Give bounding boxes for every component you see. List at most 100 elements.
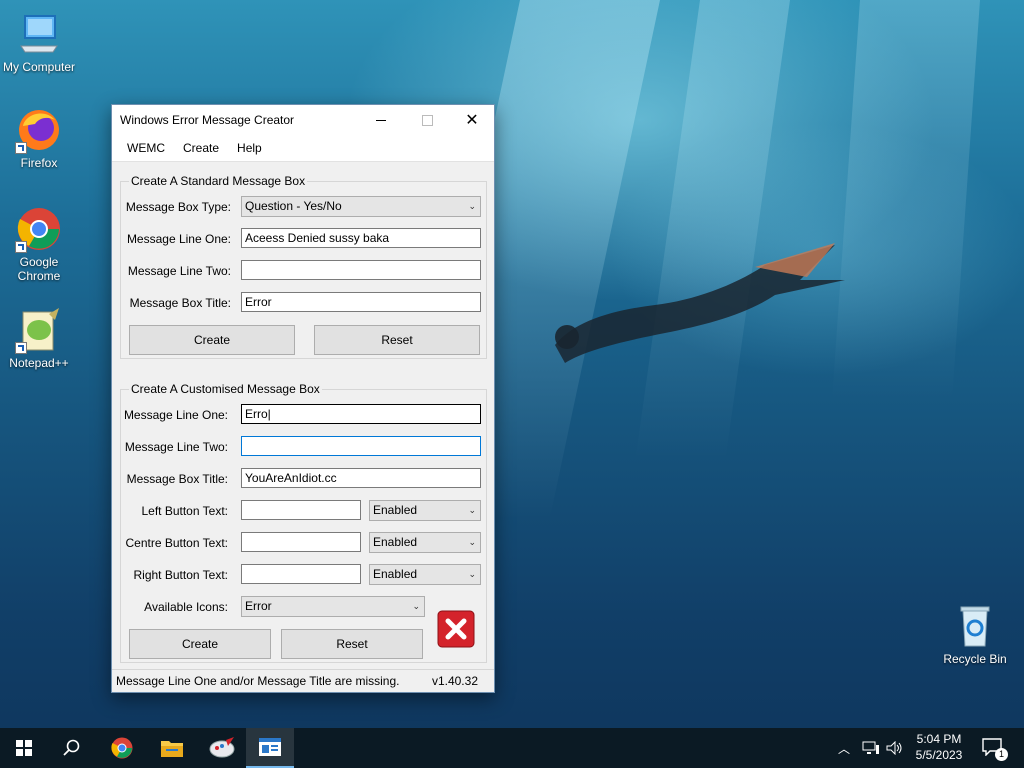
folder-icon: [161, 741, 183, 757]
left-button-text-label: Left Button Text:: [141, 504, 228, 518]
start-button[interactable]: [0, 728, 48, 768]
app-window-icon: [259, 738, 281, 756]
group-legend: Create A Standard Message Box: [129, 174, 308, 188]
search-icon: [63, 739, 80, 756]
chevron-down-icon: ⌄: [468, 201, 476, 211]
message-box-title-label: Message Box Title:: [129, 296, 231, 310]
desktop-icon-label: My Computer: [2, 60, 76, 74]
status-bar: Message Line One and/or Message Title ar…: [112, 669, 494, 692]
custom-message-box-group: Create A Customised Message Box Message …: [120, 382, 487, 663]
desktop-icon-notepad-plus-plus[interactable]: Notepad++: [1, 306, 77, 370]
notifications-button[interactable]: 1: [982, 738, 1008, 761]
menu-create[interactable]: Create: [174, 141, 228, 155]
windows-logo-icon: [16, 740, 32, 756]
left-button-text-input[interactable]: [241, 500, 361, 520]
custom-title-input[interactable]: YouAreAnIdiot.cc: [241, 468, 481, 488]
desktop-icon-google-chrome[interactable]: Google Chrome: [1, 205, 77, 283]
centre-button-text-input[interactable]: [241, 532, 361, 552]
taskbar-chrome[interactable]: [98, 728, 146, 768]
app-window: Windows Error Message Creator ✕ WEMC Cre…: [111, 104, 495, 693]
custom-line-two-input[interactable]: [241, 436, 481, 456]
title-bar[interactable]: Windows Error Message Creator ✕: [112, 105, 494, 135]
message-line-two-input[interactable]: [241, 260, 481, 280]
minimize-icon: [376, 119, 386, 121]
message-box-type-select[interactable]: Question - Yes/No ⌄: [241, 196, 481, 217]
diver-image: [555, 243, 845, 363]
selected-value: Error: [245, 599, 272, 613]
standard-reset-button[interactable]: Reset: [314, 325, 480, 355]
available-icons-select[interactable]: Error ⌄: [241, 596, 425, 617]
window-title: Windows Error Message Creator: [120, 113, 295, 127]
network-icon[interactable]: [862, 741, 880, 758]
close-icon: ✕: [465, 112, 479, 129]
light-ray: [832, 0, 980, 400]
maximize-button: [404, 105, 450, 135]
clock[interactable]: 5:04 PM 5/5/2023: [908, 732, 970, 762]
error-icon-preview: [437, 610, 475, 648]
custom-reset-button[interactable]: Reset: [281, 629, 423, 659]
selected-value: Question - Yes/No: [245, 199, 342, 213]
message-box-title-input[interactable]: Error: [241, 292, 481, 312]
desktop-icon-firefox[interactable]: Firefox: [1, 106, 77, 170]
desktop-icon-label: Firefox: [20, 156, 58, 170]
taskbar-app-paint[interactable]: [198, 728, 246, 768]
chrome-icon: [111, 737, 133, 759]
desktop-icon-label: Google Chrome: [17, 255, 61, 283]
desktop-icon-label: Recycle Bin: [943, 652, 1007, 666]
notepad-plus-plus-icon: [15, 306, 63, 354]
shortcut-arrow-icon: [15, 342, 27, 354]
custom-line-one-label: Message Line One:: [123, 408, 228, 422]
custom-line-one-input[interactable]: Erro|: [241, 404, 481, 424]
desktop-icon-label: Notepad++: [9, 356, 69, 370]
custom-title-label: Message Box Title:: [126, 472, 228, 486]
recycle-bin-icon: [951, 602, 999, 650]
menu-help[interactable]: Help: [228, 141, 271, 155]
left-button-state-select[interactable]: Enabled ⌄: [369, 500, 481, 521]
taskbar-file-explorer[interactable]: [148, 728, 196, 768]
chrome-icon: [15, 205, 63, 253]
desktop-icon-recycle-bin[interactable]: Recycle Bin: [937, 602, 1013, 666]
group-legend: Create A Customised Message Box: [129, 382, 322, 396]
shortcut-arrow-icon: [15, 142, 27, 154]
computer-icon: [15, 10, 63, 58]
clock-date: 5/5/2023: [915, 748, 963, 762]
selected-value: Enabled: [373, 503, 418, 517]
shortcut-arrow-icon: [15, 241, 27, 253]
maximize-icon: [421, 114, 433, 126]
clock-time: 5:04 PM: [916, 732, 962, 746]
firefox-icon: [15, 106, 63, 154]
selected-value: Enabled: [373, 567, 418, 581]
centre-button-text-label: Centre Button Text:: [125, 536, 228, 550]
custom-create-button[interactable]: Create: [129, 629, 271, 659]
taskbar-wemc-active[interactable]: [246, 728, 294, 768]
custom-line-two-label: Message Line Two:: [124, 440, 228, 454]
paint-icon: [209, 737, 235, 758]
search-button[interactable]: [48, 728, 96, 768]
chevron-up-icon: ︿: [838, 742, 851, 756]
minimize-button[interactable]: [358, 105, 404, 135]
error-icon: [437, 610, 475, 648]
show-hidden-icons-button[interactable]: ︿: [838, 740, 850, 757]
message-line-one-input[interactable]: Aceess Denied sussy baka: [241, 228, 481, 248]
message-line-one-label: Message Line One:: [126, 232, 231, 246]
status-message: Message Line One and/or Message Title ar…: [116, 674, 400, 688]
right-button-state-select[interactable]: Enabled ⌄: [369, 564, 481, 585]
centre-button-state-select[interactable]: Enabled ⌄: [369, 532, 481, 553]
chevron-down-icon: ⌄: [468, 505, 476, 515]
version-label: v1.40.32: [431, 674, 478, 688]
right-button-text-label: Right Button Text:: [133, 568, 229, 582]
message-line-two-label: Message Line Two:: [127, 264, 231, 278]
volume-icon[interactable]: [886, 740, 904, 758]
chevron-down-icon: ⌄: [468, 569, 476, 579]
menu-bar: WEMC Create Help: [112, 135, 494, 162]
menu-wemc[interactable]: WEMC: [118, 141, 174, 155]
desktop-icon-my-computer[interactable]: My Computer: [1, 10, 77, 74]
standard-message-box-group: Create A Standard Message Box Message Bo…: [120, 174, 487, 359]
close-button[interactable]: ✕: [449, 105, 495, 135]
message-box-type-label: Message Box Type:: [125, 200, 231, 214]
standard-create-button[interactable]: Create: [129, 325, 295, 355]
right-button-text-input[interactable]: [241, 564, 361, 584]
notification-count-badge: 1: [995, 748, 1008, 761]
selected-value: Enabled: [373, 535, 418, 549]
taskbar: ︿ 5:04 PM 5/5/2023 1: [0, 728, 1024, 768]
